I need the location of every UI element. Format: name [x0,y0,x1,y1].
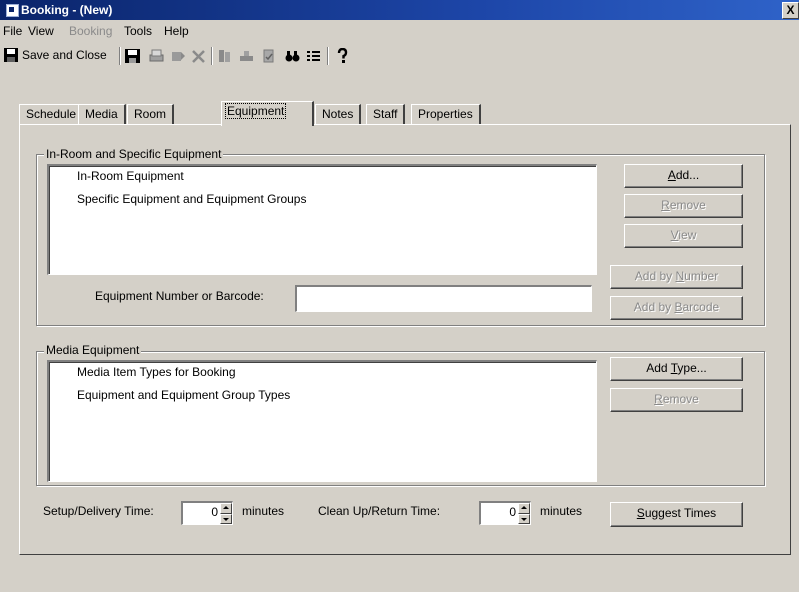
in-room-group-label: In-Room and Specific Equipment [44,147,224,161]
cleanup-time-unit: minutes [540,504,583,518]
setup-time-label: Setup/Delivery Time: [43,504,154,518]
list-item[interactable]: Specific Equipment and Equipment Groups [77,192,306,206]
cleanup-time-stepper[interactable]: 0 [479,501,531,525]
tab-schedule[interactable]: Schedule [19,104,85,124]
barcode-label: Equipment Number or Barcode: [95,289,264,303]
tab-properties[interactable]: Properties [411,104,481,124]
media-equipment-list[interactable]: Media Item Types for Booking Equipment a… [47,360,597,482]
window-title: Booking - (New) [21,3,113,17]
setup-time-stepper[interactable]: 0 [181,501,233,525]
title-bar: Booking - (New) [0,0,799,20]
save-icon [4,48,18,62]
list-item[interactable]: Equipment and Equipment Group Types [77,388,290,402]
clipboard-icon[interactable] [260,48,277,64]
save-icon[interactable] [124,48,141,64]
toolbar-separator [211,47,213,65]
menu-help[interactable]: Help [164,24,189,38]
menu-view[interactable]: View [28,24,54,38]
menu-tools[interactable]: Tools [124,24,152,38]
spin-up-icon[interactable] [518,503,530,514]
view-button[interactable]: View [624,224,743,248]
cleanup-time-label: Clean Up/Return Time: [318,504,441,518]
save-and-close-button[interactable]: Save and Close [3,45,107,65]
add-button[interactable]: Add... [624,164,743,188]
checkout-icon[interactable] [238,48,255,64]
tab-notes[interactable]: Notes [315,104,362,124]
find-icon[interactable] [284,48,301,64]
toolbar: Save and Close [0,42,799,68]
book-icon[interactable] [216,48,233,64]
list-item[interactable]: In-Room Equipment [77,169,184,183]
menu-bar: File View Booking Tools Help [0,22,799,40]
barcode-input[interactable] [295,285,592,312]
tab-media[interactable]: Media [78,104,126,124]
help-icon[interactable] [334,48,351,64]
tab-room[interactable]: Room [127,104,175,124]
delete-icon[interactable] [190,48,207,64]
toolbar-separator [327,47,329,65]
tab-equipment[interactable]: Equipment [221,101,314,126]
tab-staff[interactable]: Staff [366,104,406,124]
menu-booking[interactable]: Booking [69,24,112,38]
remove-button[interactable]: Remove [624,194,743,218]
setup-time-value: 0 [211,505,218,519]
spin-down-icon[interactable] [220,513,232,524]
add-by-barcode-button[interactable]: Add by Barcode [610,296,743,320]
in-room-equipment-list[interactable]: In-Room Equipment Specific Equipment and… [47,164,597,275]
spin-down-icon[interactable] [518,513,530,524]
app-icon [6,4,19,17]
media-remove-button[interactable]: Remove [610,388,743,412]
setup-time-unit: minutes [242,504,285,518]
save-and-close-label: Save and Close [22,48,107,62]
add-by-number-button[interactable]: Add by Number [610,265,743,289]
media-group-label: Media Equipment [44,343,142,357]
close-button[interactable]: X [782,2,799,19]
list-icon[interactable] [305,48,322,64]
menu-file[interactable]: File [3,24,22,38]
spin-up-icon[interactable] [220,503,232,514]
suggest-times-button[interactable]: Suggest Times [610,502,743,527]
toolbar-separator [119,47,121,65]
add-type-button[interactable]: Add Type... [610,357,743,381]
copy-icon[interactable] [170,48,187,64]
list-item[interactable]: Media Item Types for Booking [77,365,236,379]
cleanup-time-value: 0 [509,505,516,519]
print-icon[interactable] [148,48,165,64]
